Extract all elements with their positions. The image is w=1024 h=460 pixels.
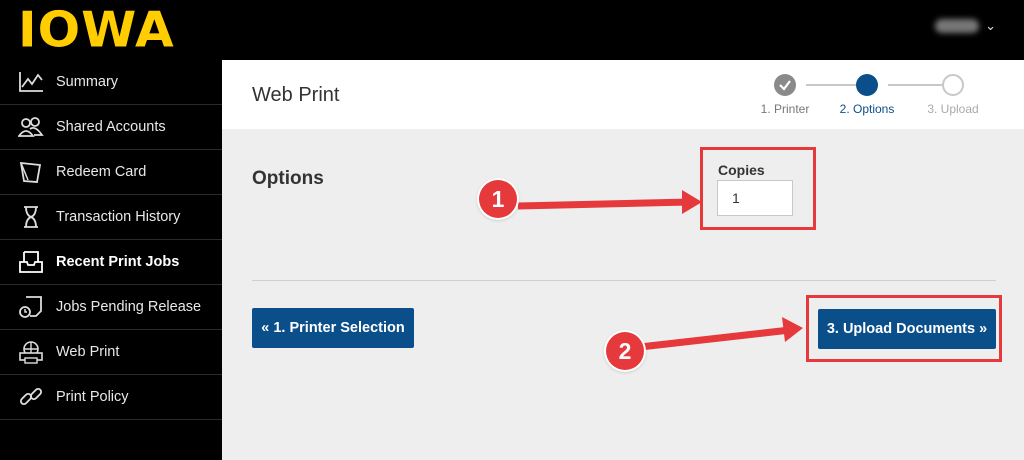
sidebar-item-transaction-history[interactable]: Transaction History bbox=[0, 195, 222, 240]
document-clock-icon bbox=[18, 294, 44, 320]
sidebar-item-jobs-pending-release[interactable]: Jobs Pending Release bbox=[0, 285, 222, 330]
inbox-tray-icon bbox=[18, 249, 44, 275]
main-content: Web Print 1. Printer 2. Options 3. Uploa… bbox=[222, 60, 1024, 460]
users-icon bbox=[18, 114, 44, 140]
step-label-printer[interactable]: 1. Printer bbox=[740, 102, 830, 116]
step-complete-check-icon[interactable] bbox=[774, 74, 796, 96]
sidebar-item-label: Summary bbox=[56, 74, 119, 90]
sidebar-item-print-policy[interactable]: Print Policy bbox=[0, 375, 222, 420]
printer-selection-back-button[interactable]: « 1. Printer Selection bbox=[252, 308, 414, 348]
link-icon bbox=[18, 384, 44, 410]
sidebar: Summary Shared Accounts Redeem Card Tran… bbox=[0, 60, 222, 460]
chevron-down-icon: ⌄ bbox=[985, 18, 996, 33]
options-section-title: Options bbox=[252, 168, 324, 189]
sidebar-item-label: Web Print bbox=[56, 344, 120, 360]
copies-label: Copies bbox=[718, 162, 765, 178]
page-title: Web Print bbox=[252, 84, 340, 106]
hourglass-icon bbox=[18, 204, 44, 230]
user-menu[interactable]: ⌄ bbox=[935, 18, 996, 34]
globe-printer-icon bbox=[18, 339, 44, 365]
step-label-upload: 3. Upload bbox=[927, 102, 979, 116]
upload-documents-button[interactable]: 3. Upload Documents » bbox=[818, 309, 996, 349]
sidebar-item-web-print[interactable]: Web Print bbox=[0, 330, 222, 375]
sidebar-item-redeem-card[interactable]: Redeem Card bbox=[0, 150, 222, 195]
step-active-circle bbox=[856, 74, 878, 96]
copies-input[interactable] bbox=[717, 180, 793, 216]
sidebar-item-label: Print Policy bbox=[56, 389, 129, 405]
divider bbox=[252, 280, 996, 281]
top-bar: IOWA ⌄ bbox=[0, 0, 1024, 60]
sidebar-item-label: Transaction History bbox=[56, 209, 181, 225]
sidebar-item-label: Redeem Card bbox=[56, 164, 147, 180]
iowa-logo[interactable]: IOWA bbox=[18, 5, 175, 56]
sidebar-item-label: Recent Print Jobs bbox=[56, 254, 180, 270]
step-pending-circle bbox=[942, 74, 964, 96]
step-label-options: 2. Options bbox=[839, 102, 895, 116]
sidebar-item-recent-print-jobs[interactable]: Recent Print Jobs bbox=[0, 240, 222, 285]
card-icon bbox=[18, 159, 44, 185]
page-header: Web Print 1. Printer 2. Options 3. Uploa… bbox=[222, 60, 1024, 129]
sidebar-item-label: Shared Accounts bbox=[56, 119, 166, 135]
progress-stepper: 1. Printer 2. Options 3. Upload bbox=[752, 72, 1022, 122]
user-name-redacted bbox=[935, 19, 980, 33]
sidebar-item-shared-accounts[interactable]: Shared Accounts bbox=[0, 105, 222, 150]
sidebar-item-summary[interactable]: Summary bbox=[0, 60, 222, 105]
chart-line-icon bbox=[18, 69, 44, 95]
sidebar-item-label: Jobs Pending Release bbox=[56, 299, 202, 315]
